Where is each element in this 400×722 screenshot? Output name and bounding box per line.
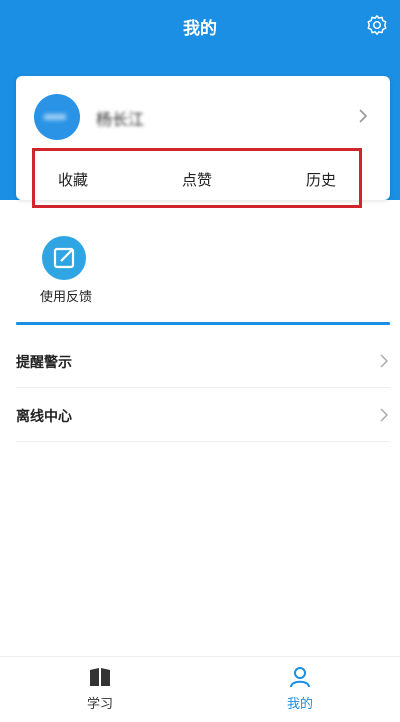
menu-item-alerts[interactable]: 提醒警示 [16,334,390,388]
bottom-tab-bar: 学习 我的 [0,656,400,722]
menu-item-offline-center[interactable]: 离线中心 [16,388,390,442]
username: 杨长江 [96,110,145,129]
tab-mine[interactable]: 我的 [200,657,400,722]
highlight-box [32,148,362,208]
gear-icon[interactable] [366,14,388,36]
edit-icon [53,247,75,269]
chevron-right-icon[interactable] [356,108,370,124]
chevron-right-icon [380,354,389,368]
feedback-label: 使用反馈 [39,290,92,305]
tab-study[interactable]: 学习 [0,657,200,722]
menu-item-label: 离线中心 [16,409,72,425]
feedback-button[interactable]: 使用反馈 [28,232,108,305]
menu-item-label: 提醒警示 [16,355,72,371]
user-icon [290,667,310,688]
feedback-icon-circle[interactable] [42,236,86,280]
tab-label: 我的 [286,697,313,712]
section-divider [16,322,390,325]
page-title: 我的 [183,19,217,39]
avatar-blur-mask [44,114,66,120]
book-icon [90,668,110,686]
chevron-right-icon [380,408,389,422]
avatar[interactable] [34,94,80,140]
tab-label: 学习 [86,697,113,712]
